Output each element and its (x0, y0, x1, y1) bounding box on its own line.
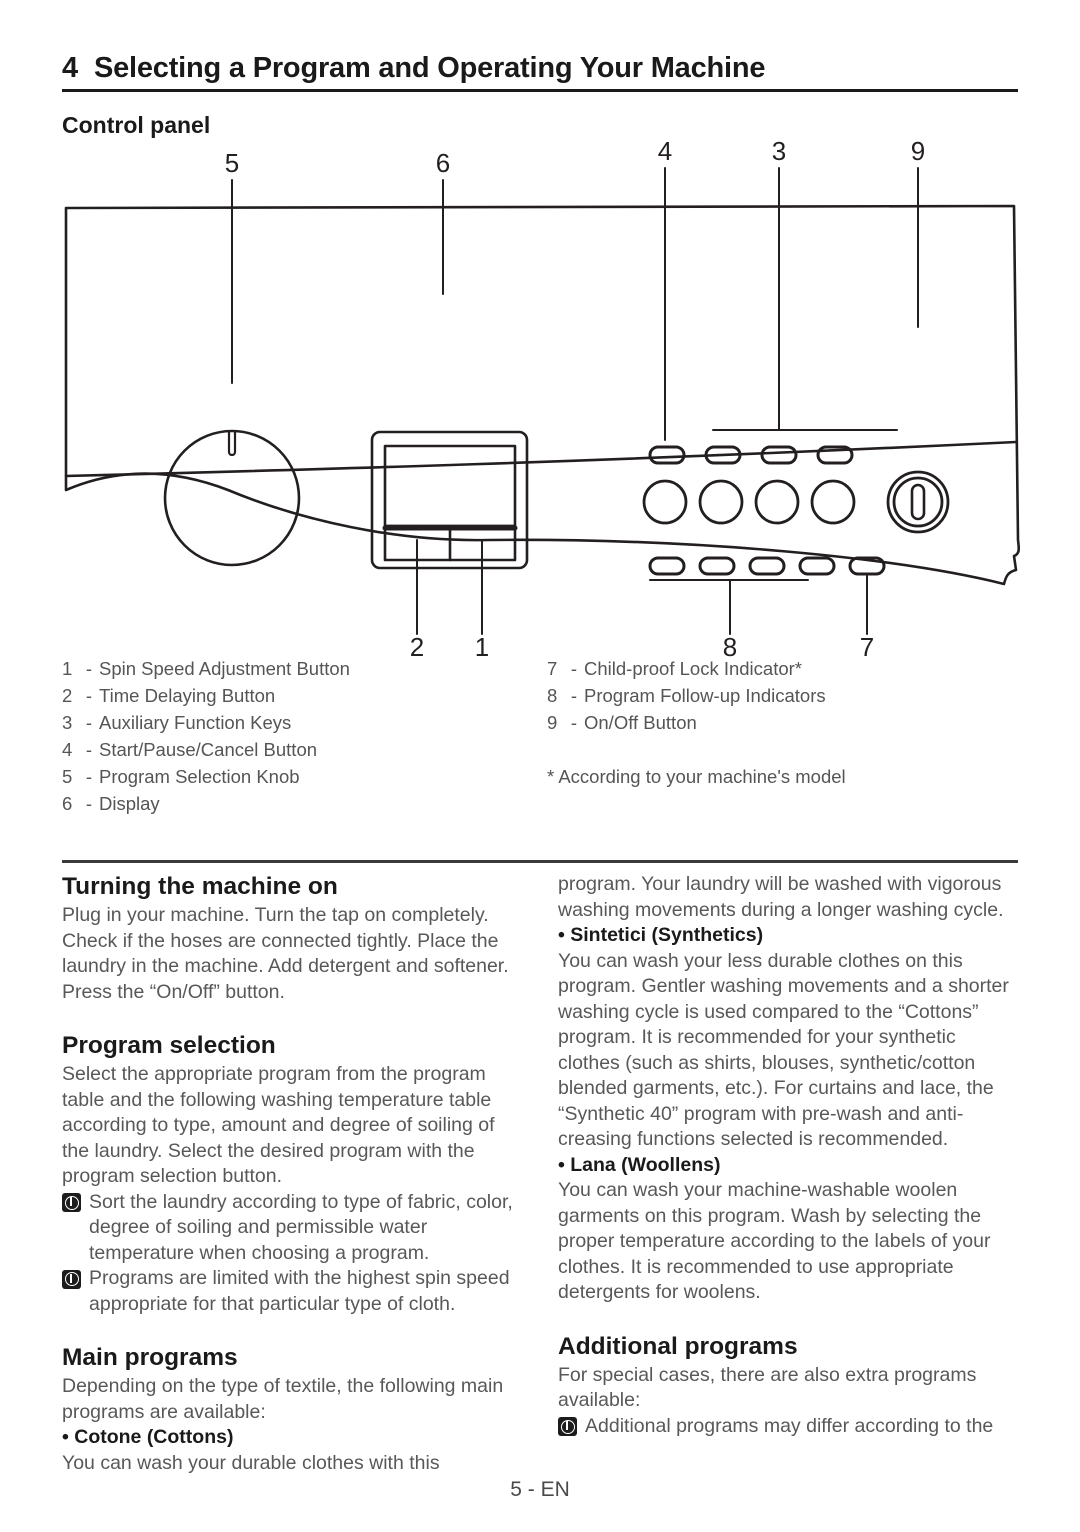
paragraph-main-programs: Depending on the type of textile, the fo… (62, 1375, 504, 1423)
legend-item: 4 - Start/Pause/Cancel Button (62, 736, 537, 763)
paragraph-woollens: You can wash your machine-washable woole… (558, 1179, 991, 1303)
legend-item: 6 - Display (62, 790, 537, 817)
legend-number: 9 (547, 712, 558, 733)
page-title: Selecting a Program and Operating Your M… (93, 52, 766, 84)
legend-label: Program Selection Knob (99, 766, 300, 787)
paragraph-synthetics: You can wash your less durable clothes o… (558, 949, 1009, 1151)
chapter-divider (62, 89, 1018, 92)
body-column-right: program. Your laundry will be washed wit… (558, 872, 1022, 1439)
callout-6: 6 (436, 148, 450, 178)
control-panel-diagram: 5 6 4 3 9 2 1 8 7 (0, 140, 1080, 660)
heading-additional-programs: Additional programs (558, 1332, 798, 1360)
info-note-text: Programs are limited with the highest sp… (89, 1267, 510, 1315)
legend-label: Time Delaying Button (99, 685, 276, 706)
legend-item: 5 - Program Selection Knob (62, 763, 537, 790)
legend-number: 6 (62, 793, 73, 814)
legend-dash: - (85, 766, 93, 787)
info-note: Sort the laundry according to type of fa… (62, 1190, 526, 1267)
info-note-text: Additional programs may differ according… (585, 1414, 994, 1437)
bullet-cottons: • Cotone (Cottons) (62, 1426, 234, 1448)
legend-dash: - (85, 739, 93, 760)
control-panel-legend: 1 - Spin Speed Adjustment Button 2 - Tim… (62, 655, 1022, 817)
manual-page: 4 Selecting a Program and Operating Your… (0, 0, 1080, 1532)
callout-4: 4 (658, 140, 672, 166)
bullet-synthetics: • Sintetici (Synthetics) (558, 924, 764, 946)
legend-number: 5 (62, 766, 73, 787)
paragraph-additional-programs: For special cases, there are also extra … (558, 1363, 977, 1412)
legend-item: 8 - Program Follow-up Indicators (547, 682, 1022, 709)
body-columns: Turning the machine on Plug in your mach… (62, 872, 1022, 1474)
legend-number: 7 (547, 658, 558, 679)
paragraph-cottons-continued: program. Your laundry will be washed wit… (558, 873, 1004, 921)
heading-program-selection: Program selection (62, 1032, 276, 1059)
info-icon (62, 1269, 81, 1289)
info-note: Programs are limited with the highest sp… (62, 1266, 526, 1317)
legend-label: On/Off Button (584, 712, 697, 733)
info-note: Additional programs may differ according… (558, 1414, 1022, 1440)
paragraph-turning-on: Plug in your machine. Turn the tap on co… (62, 904, 509, 1003)
paragraph-program-selection: Select the appropriate program from the … (62, 1063, 495, 1187)
legend-number: 1 (62, 658, 73, 679)
legend-item: 9 - On/Off Button (547, 709, 1022, 736)
heading-main-programs: Main programs (62, 1344, 238, 1371)
legend-item: 3 - Auxiliary Function Keys (62, 709, 537, 736)
legend-item: 2 - Time Delaying Button (62, 682, 537, 709)
legend-dash: - (85, 712, 93, 733)
control-panel-heading: Control panel (62, 112, 211, 138)
legend-column-left: 1 - Spin Speed Adjustment Button 2 - Tim… (62, 655, 537, 817)
info-note-text: Sort the laundry according to type of fa… (89, 1190, 513, 1264)
legend-dash: - (85, 793, 93, 814)
paragraph-cottons: You can wash your durable clothes with t… (62, 1451, 440, 1474)
legend-label: Program Follow-up Indicators (584, 685, 826, 706)
legend-footnote: * According to your machine's model (547, 766, 846, 787)
legend-dash: - (570, 685, 578, 706)
legend-number: 3 (62, 712, 73, 733)
heading-turning-on: Turning the machine on (62, 873, 338, 900)
callout-9: 9 (911, 140, 925, 166)
info-icon (62, 1193, 81, 1212)
legend-item: 1 - Spin Speed Adjustment Button (62, 655, 537, 682)
legend-label: Child-proof Lock Indicator* (584, 658, 802, 679)
legend-dash: - (85, 685, 93, 706)
legend-number: 2 (62, 685, 73, 706)
chapter-number: 4 (62, 52, 78, 84)
legend-label: Auxiliary Function Keys (99, 712, 292, 733)
legend-dash: - (85, 658, 93, 679)
legend-label: Display (99, 793, 160, 814)
legend-dash: - (570, 658, 578, 679)
legend-dash: - (570, 712, 578, 733)
info-icon (558, 1417, 577, 1436)
section-divider (62, 860, 1018, 863)
chapter-heading: 4 Selecting a Program and Operating Your… (62, 52, 1018, 92)
bullet-woollens: • Lana (Woollens) (558, 1153, 721, 1176)
legend-column-right: 7 - Child-proof Lock Indicator* 8 - Prog… (537, 655, 1022, 817)
callout-3: 3 (772, 140, 786, 166)
body-column-left: Turning the machine on Plug in your mach… (62, 872, 526, 1476)
legend-item: 7 - Child-proof Lock Indicator* (547, 655, 1022, 682)
legend-label: Start/Pause/Cancel Button (99, 739, 318, 760)
callout-5: 5 (225, 148, 239, 178)
legend-number: 8 (547, 685, 558, 706)
legend-number: 4 (62, 739, 73, 760)
legend-label: Spin Speed Adjustment Button (99, 658, 350, 679)
page-footer: 5 - EN (510, 1478, 570, 1501)
